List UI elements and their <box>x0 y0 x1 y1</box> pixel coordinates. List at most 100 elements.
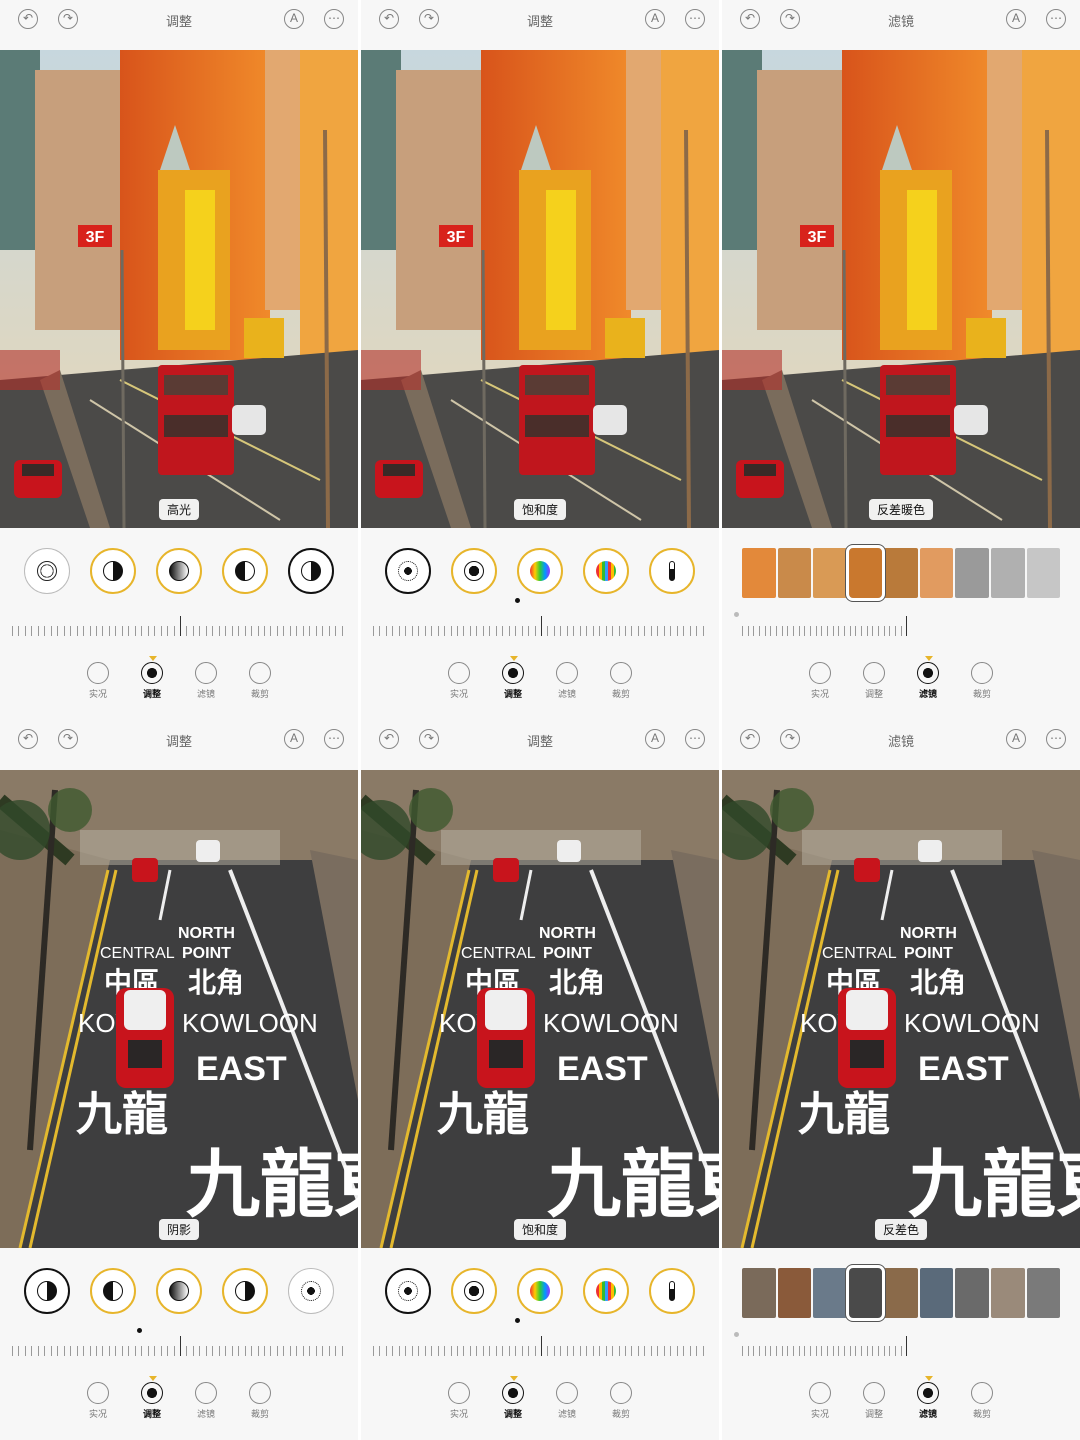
filter-thumbnail[interactable] <box>845 545 886 601</box>
nav-crop[interactable]: 裁剪 <box>240 662 280 700</box>
auto-enhance-icon[interactable]: A <box>645 9 665 29</box>
slider-tick <box>495 1346 497 1356</box>
slider-tick <box>44 1346 46 1356</box>
tool-gradient-button[interactable] <box>156 1268 202 1314</box>
nav-adjust[interactable]: 调整 <box>493 1376 533 1420</box>
tool-shadow-button[interactable] <box>24 1268 70 1314</box>
filter-thumbnail[interactable] <box>742 548 776 598</box>
bottom-nav: 实况 调整 滤镜 裁剪 <box>361 1372 719 1432</box>
nav-crop[interactable]: 裁剪 <box>601 1382 641 1420</box>
nav-live[interactable]: 实况 <box>439 662 479 700</box>
tool-vignette-button[interactable] <box>451 1268 497 1314</box>
filter-thumbnail[interactable] <box>884 548 918 598</box>
tool-temperature-button[interactable] <box>649 1268 695 1314</box>
nav-adjust[interactable]: 调整 <box>854 662 894 700</box>
filter-thumbnail[interactable] <box>813 548 847 598</box>
nav-adjust[interactable]: 调整 <box>493 656 533 700</box>
auto-enhance-icon[interactable]: A <box>1006 729 1026 749</box>
slider-thumb[interactable] <box>515 1318 520 1323</box>
filter-thumbnail[interactable] <box>990 1268 1025 1318</box>
nav-crop[interactable]: 裁剪 <box>962 662 1002 700</box>
filter-thumbnail[interactable] <box>919 1268 954 1318</box>
tool-half-button[interactable] <box>222 548 268 594</box>
nav-adjust[interactable]: 调整 <box>854 1382 894 1420</box>
photo-preview[interactable]: 3F 高光 <box>0 50 358 528</box>
photo-preview[interactable]: NORTH POINT CENTRAL 北角 中區 KOWLOON KOW EA… <box>361 770 719 1248</box>
nav-crop[interactable]: 裁剪 <box>962 1382 1002 1420</box>
tool-contrast-button[interactable] <box>222 1268 268 1314</box>
auto-enhance-icon[interactable]: A <box>284 9 304 29</box>
tool-spectrum-button[interactable] <box>583 1268 629 1314</box>
nav-filter[interactable]: 滤镜 <box>547 662 587 700</box>
filter-thumbnail[interactable] <box>955 548 989 598</box>
nav-filter[interactable]: 滤镜 <box>908 1376 948 1420</box>
auto-enhance-icon[interactable]: A <box>284 729 304 749</box>
nav-filter[interactable]: 滤镜 <box>186 662 226 700</box>
filter-thumbnail[interactable] <box>813 1268 847 1318</box>
slider-thumb[interactable] <box>137 1328 142 1333</box>
tool-temperature-button[interactable] <box>649 548 695 594</box>
nav-live[interactable]: 实况 <box>439 1382 479 1420</box>
more-icon[interactable]: ⋯ <box>685 729 705 749</box>
nav-crop[interactable]: 裁剪 <box>240 1382 280 1420</box>
value-slider[interactable] <box>734 1332 1070 1356</box>
nav-crop[interactable]: 裁剪 <box>601 662 641 700</box>
value-slider[interactable] <box>12 612 348 636</box>
filter-icon <box>556 662 578 684</box>
nav-live[interactable]: 实况 <box>78 1382 118 1420</box>
slider-thumb[interactable] <box>515 598 520 603</box>
nav-live[interactable]: 实况 <box>800 662 840 700</box>
tool-exposure-button[interactable] <box>24 548 70 594</box>
nav-filter[interactable]: 滤镜 <box>186 1382 226 1420</box>
slider-tick <box>102 1346 104 1356</box>
photo-preview[interactable]: 3F 反差暖色 <box>722 50 1080 528</box>
filter-thumbnail[interactable] <box>742 1268 776 1318</box>
tool-contrast-button[interactable] <box>90 548 136 594</box>
tool-vignette-button[interactable] <box>451 548 497 594</box>
more-icon[interactable]: ⋯ <box>1046 729 1066 749</box>
tool-half-button[interactable] <box>90 1268 136 1314</box>
more-icon[interactable]: ⋯ <box>324 729 344 749</box>
slider-tick <box>302 626 304 636</box>
value-slider[interactable] <box>373 1318 709 1356</box>
more-icon[interactable]: ⋯ <box>685 9 705 29</box>
slider-tick <box>683 626 685 636</box>
nav-filter[interactable]: 滤镜 <box>547 1382 587 1420</box>
filter-thumbnail[interactable] <box>1026 548 1061 598</box>
filter-thumbnail[interactable] <box>884 1268 918 1318</box>
tool-brightness-button[interactable] <box>385 548 431 594</box>
slider-tick <box>424 1346 426 1356</box>
auto-enhance-icon[interactable]: A <box>645 729 665 749</box>
auto-enhance-icon[interactable]: A <box>1006 9 1026 29</box>
nav-adjust[interactable]: 调整 <box>132 1376 172 1420</box>
filter-thumbnail[interactable] <box>919 548 954 598</box>
tool-brightness-button[interactable] <box>288 1268 334 1314</box>
filter-thumbnail[interactable] <box>990 548 1025 598</box>
nav-filter[interactable]: 滤镜 <box>908 656 948 700</box>
nav-adjust[interactable]: 调整 <box>132 656 172 700</box>
more-icon[interactable]: ⋯ <box>324 9 344 29</box>
tool-color-wheel-button[interactable] <box>517 548 563 594</box>
filter-thumbnail[interactable] <box>955 1268 989 1318</box>
slider-thumb[interactable] <box>734 612 739 617</box>
nav-live[interactable]: 实况 <box>78 662 118 700</box>
tool-gradient-button[interactable] <box>156 548 202 594</box>
tool-color-wheel-button[interactable] <box>517 1268 563 1314</box>
more-icon[interactable]: ⋯ <box>1046 9 1066 29</box>
value-slider[interactable] <box>373 598 709 636</box>
photo-preview[interactable]: NORTH POINT CENTRAL 北角 中區 KOWLOON KOW EA… <box>722 770 1080 1248</box>
filter-thumbnail[interactable] <box>777 548 812 598</box>
value-slider[interactable] <box>734 612 1070 636</box>
value-slider[interactable] <box>12 1328 348 1356</box>
nav-label: 调整 <box>142 689 161 699</box>
tool-spectrum-button[interactable] <box>583 548 629 594</box>
tool-shadow-button[interactable] <box>288 548 334 594</box>
photo-preview[interactable]: NORTH POINT CENTRAL 北角 中區 KOWLOON KOW EA… <box>0 770 358 1248</box>
tool-brightness-button[interactable] <box>385 1268 431 1314</box>
photo-preview[interactable]: 3F 饱和度 <box>361 50 719 528</box>
nav-live[interactable]: 实况 <box>800 1382 840 1420</box>
filter-thumbnail[interactable] <box>1026 1268 1061 1318</box>
filter-thumbnail[interactable] <box>845 1265 886 1321</box>
slider-thumb[interactable] <box>734 1332 739 1337</box>
filter-thumbnail[interactable] <box>777 1268 812 1318</box>
